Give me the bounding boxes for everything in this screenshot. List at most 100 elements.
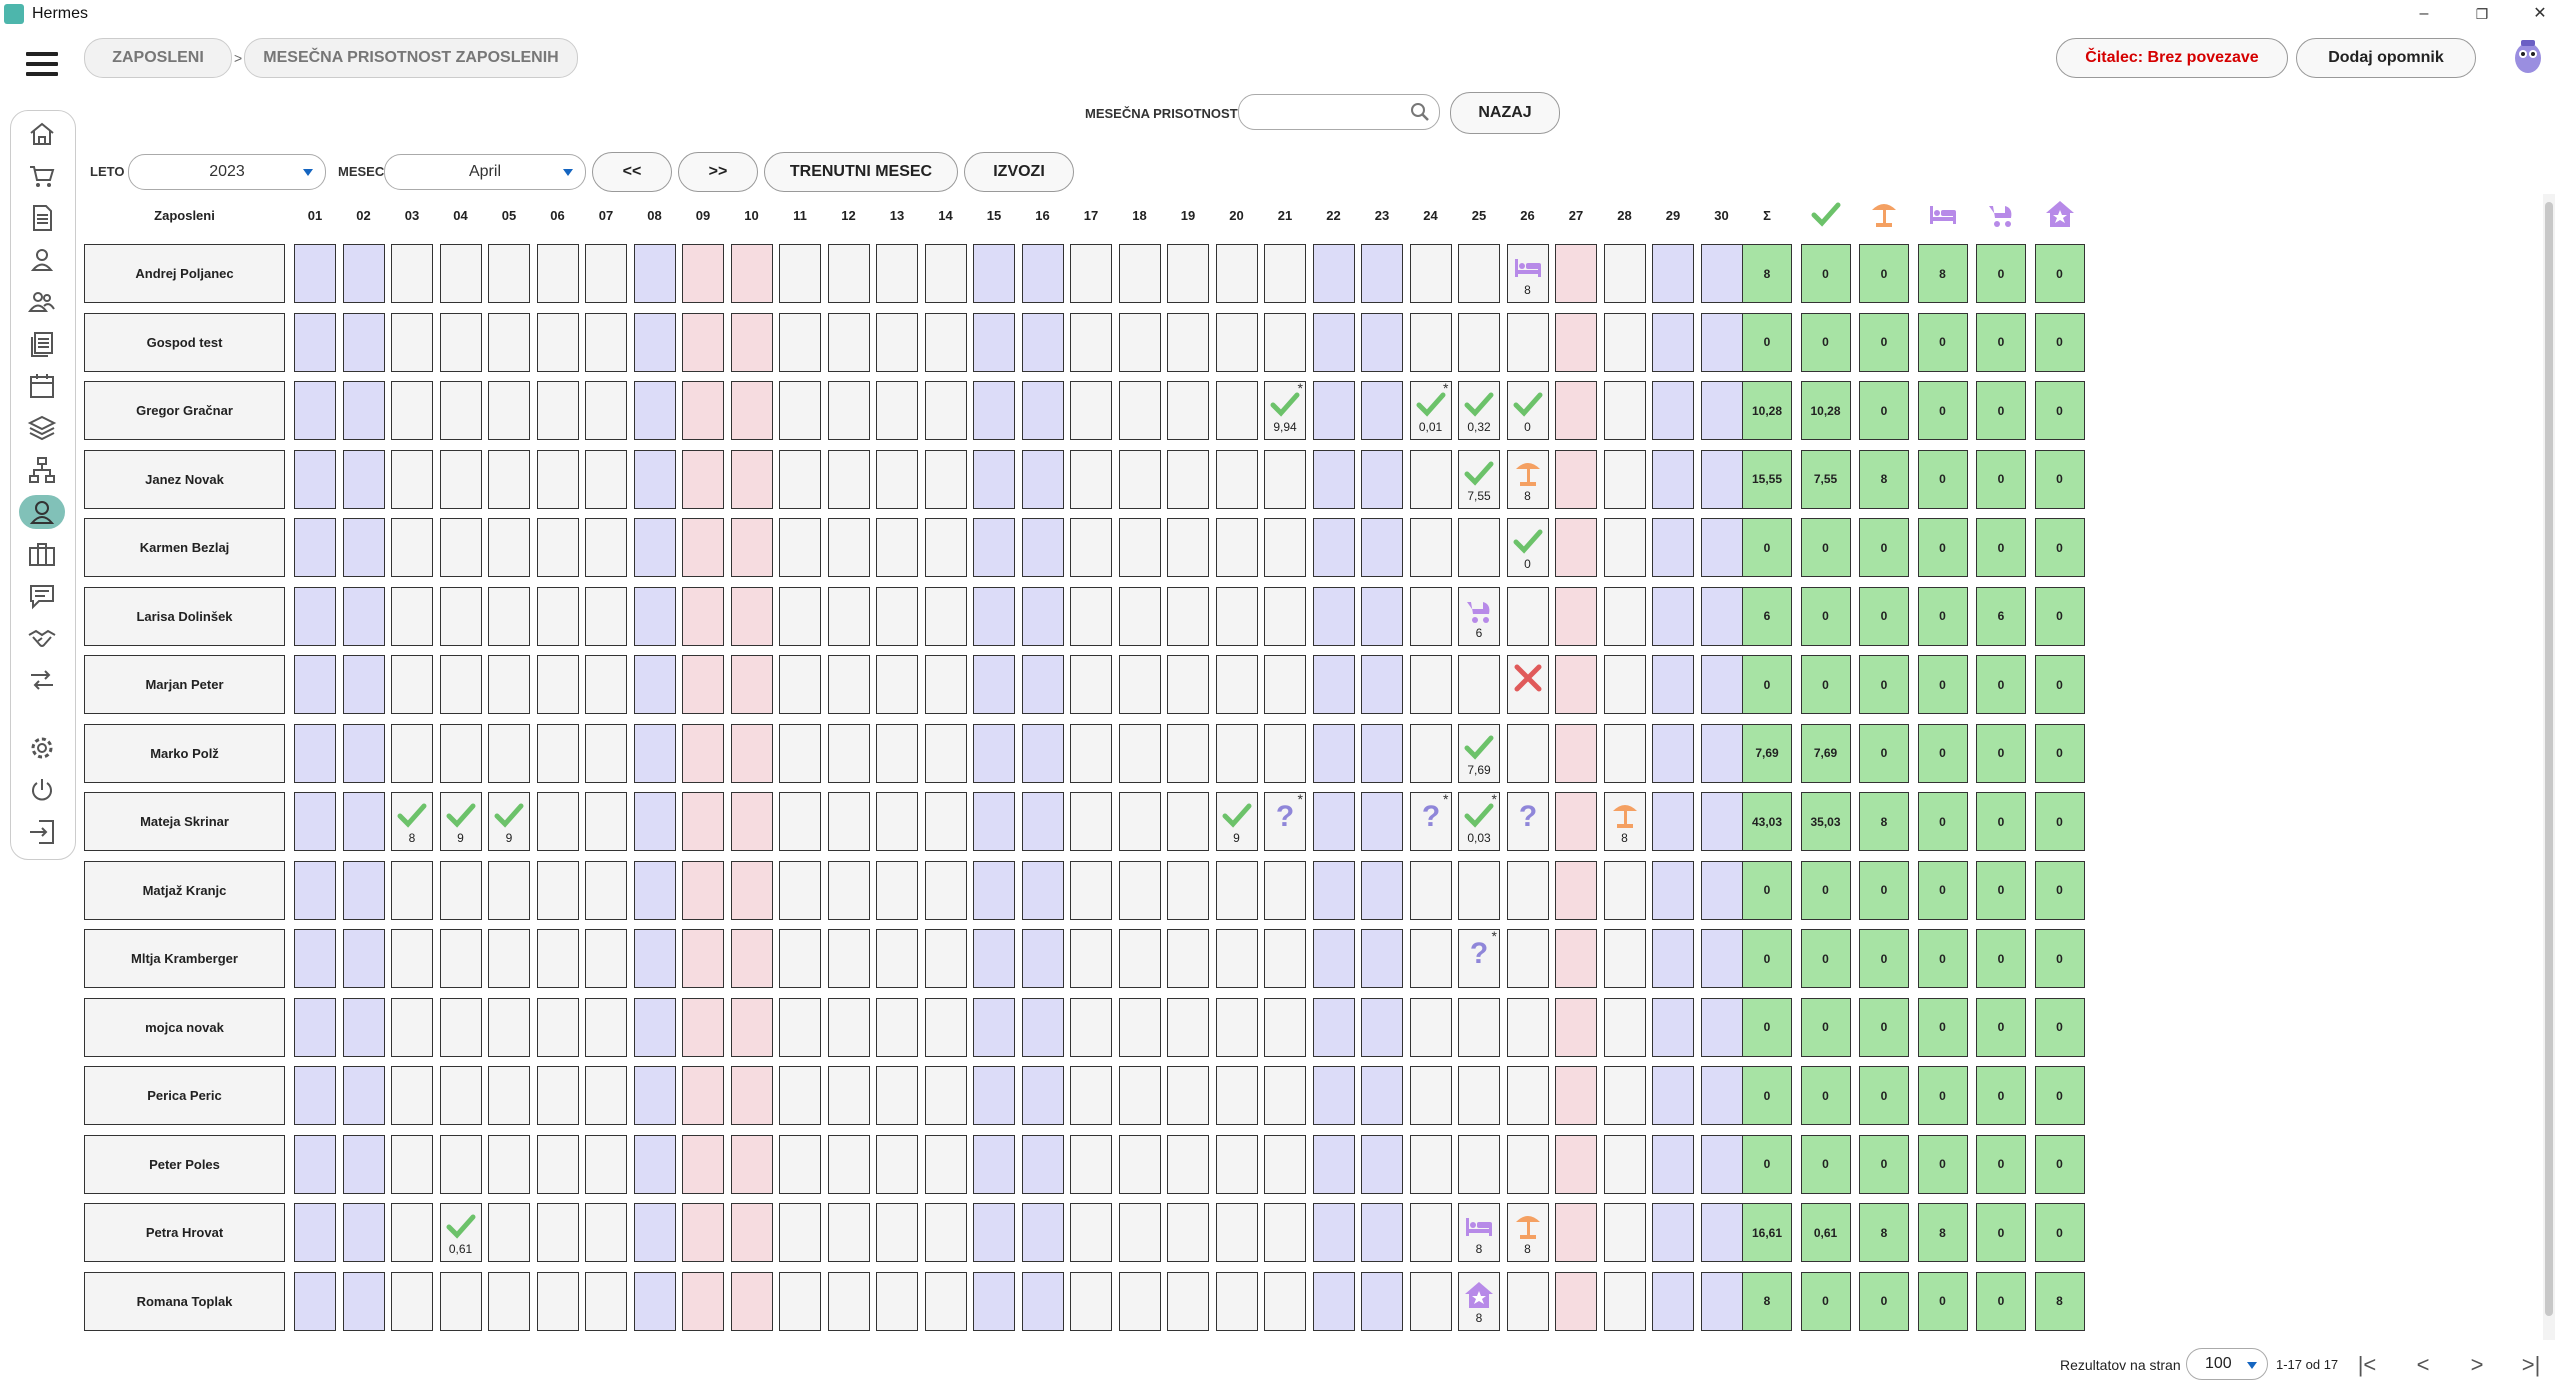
day-cell[interactable] xyxy=(1021,312,1064,372)
day-cell[interactable] xyxy=(1652,723,1694,783)
day-cell[interactable] xyxy=(1167,655,1209,714)
day-cell[interactable] xyxy=(536,792,579,851)
day-cell[interactable] xyxy=(1264,586,1306,646)
day-cell[interactable] xyxy=(682,1134,724,1194)
day-cell[interactable] xyxy=(973,655,1015,714)
day-cell[interactable] xyxy=(391,244,433,303)
day-cell[interactable] xyxy=(1361,1066,1403,1125)
day-cell[interactable] xyxy=(730,655,773,714)
employee-name[interactable]: Mateja Skrinar xyxy=(84,792,285,851)
day-cell[interactable] xyxy=(633,655,676,714)
day-cell[interactable] xyxy=(1555,723,1597,783)
day-cell[interactable] xyxy=(633,1066,676,1125)
day-cell[interactable] xyxy=(1167,1271,1209,1331)
employee-name[interactable]: Romana Toplak xyxy=(84,1271,285,1331)
employee-name[interactable]: Larisa Dolinšek xyxy=(84,586,285,646)
day-cell[interactable] xyxy=(294,929,336,988)
day-cell[interactable] xyxy=(1506,723,1549,783)
day-cell[interactable] xyxy=(1167,1134,1209,1194)
day-cell[interactable]: 8 xyxy=(1506,1203,1549,1262)
breadcrumb-zaposleni[interactable]: ZAPOSLENI xyxy=(84,38,232,78)
day-cell[interactable] xyxy=(633,1271,676,1331)
employee-name[interactable]: Matjaž Kranjc xyxy=(84,860,285,920)
day-cell[interactable] xyxy=(1409,1134,1452,1194)
day-cell[interactable] xyxy=(294,586,336,646)
day-cell[interactable] xyxy=(1264,1066,1306,1125)
day-cell[interactable] xyxy=(1118,244,1161,303)
day-cell[interactable] xyxy=(1652,312,1694,372)
day-cell[interactable] xyxy=(779,1203,821,1262)
day-cell[interactable] xyxy=(682,312,724,372)
day-cell[interactable] xyxy=(1118,1134,1161,1194)
day-cell[interactable] xyxy=(633,312,676,372)
day-cell[interactable] xyxy=(876,449,918,509)
day-cell[interactable] xyxy=(488,449,530,509)
search-input[interactable] xyxy=(1251,95,1405,127)
day-cell[interactable] xyxy=(1264,312,1306,372)
day-cell[interactable] xyxy=(1118,518,1161,577)
day-cell[interactable] xyxy=(1070,1134,1112,1194)
day-cell[interactable] xyxy=(1603,1134,1646,1194)
day-cell[interactable] xyxy=(1700,381,1743,440)
day-cell[interactable] xyxy=(439,244,482,303)
day-cell[interactable] xyxy=(536,381,579,440)
day-cell[interactable] xyxy=(1070,1203,1112,1262)
day-cell[interactable]: ? * xyxy=(1264,791,1306,851)
day-cell[interactable] xyxy=(294,1203,336,1262)
restore-button[interactable]: ❐ xyxy=(2462,2,2502,26)
day-cell[interactable] xyxy=(1070,244,1112,303)
month-select[interactable]: April xyxy=(384,154,586,190)
day-cell[interactable] xyxy=(439,929,482,988)
day-cell[interactable] xyxy=(1555,381,1597,440)
day-cell[interactable] xyxy=(730,518,773,577)
employee-name[interactable]: Marjan Peter xyxy=(84,655,285,714)
day-cell[interactable] xyxy=(876,1134,918,1194)
day-cell[interactable] xyxy=(682,1203,724,1262)
day-cell[interactable]: ? * xyxy=(1458,928,1500,988)
day-cell[interactable] xyxy=(827,312,870,372)
day-cell[interactable] xyxy=(1458,518,1500,577)
day-cell[interactable] xyxy=(730,312,773,372)
day-cell[interactable] xyxy=(682,244,724,303)
day-cell[interactable] xyxy=(1070,381,1112,440)
day-cell[interactable] xyxy=(682,997,724,1057)
day-cell[interactable] xyxy=(391,1066,433,1125)
day-cell[interactable] xyxy=(1021,1203,1064,1262)
day-cell[interactable] xyxy=(536,1271,579,1331)
day-cell[interactable] xyxy=(1361,1203,1403,1262)
day-cell[interactable]: 9 xyxy=(1215,792,1258,851)
day-cell[interactable] xyxy=(1070,723,1112,783)
day-cell[interactable] xyxy=(1021,860,1064,920)
day-cell[interactable] xyxy=(1070,1066,1112,1125)
day-cell[interactable] xyxy=(924,244,967,303)
day-cell[interactable] xyxy=(1700,244,1743,303)
day-cell[interactable] xyxy=(730,723,773,783)
day-cell[interactable] xyxy=(1118,1203,1161,1262)
day-cell[interactable] xyxy=(1652,1271,1694,1331)
day-cell[interactable] xyxy=(924,1271,967,1331)
day-cell[interactable] xyxy=(1070,449,1112,509)
day-cell[interactable] xyxy=(827,381,870,440)
employee-name[interactable]: mojca novak xyxy=(84,997,285,1057)
day-cell[interactable] xyxy=(1021,586,1064,646)
day-cell[interactable] xyxy=(585,449,627,509)
day-cell[interactable] xyxy=(1118,655,1161,714)
day-cell[interactable] xyxy=(1603,518,1646,577)
employee-name[interactable]: Peter Poles xyxy=(84,1134,285,1194)
day-cell[interactable] xyxy=(1555,586,1597,646)
day-cell[interactable] xyxy=(730,860,773,920)
vertical-scrollbar[interactable] xyxy=(2543,194,2555,1340)
day-cell[interactable] xyxy=(439,860,482,920)
day-cell[interactable] xyxy=(1409,518,1452,577)
day-cell[interactable] xyxy=(1167,723,1209,783)
day-cell[interactable] xyxy=(1409,929,1452,988)
day-cell[interactable] xyxy=(1312,244,1355,303)
day-cell[interactable] xyxy=(973,312,1015,372)
day-cell[interactable] xyxy=(1555,1066,1597,1125)
day-cell[interactable] xyxy=(827,1203,870,1262)
day-cell[interactable] xyxy=(1361,1271,1403,1331)
day-cell[interactable] xyxy=(342,860,385,920)
day-cell[interactable] xyxy=(779,1134,821,1194)
day-cell[interactable] xyxy=(1458,655,1500,714)
calendar-icon[interactable] xyxy=(19,369,65,403)
